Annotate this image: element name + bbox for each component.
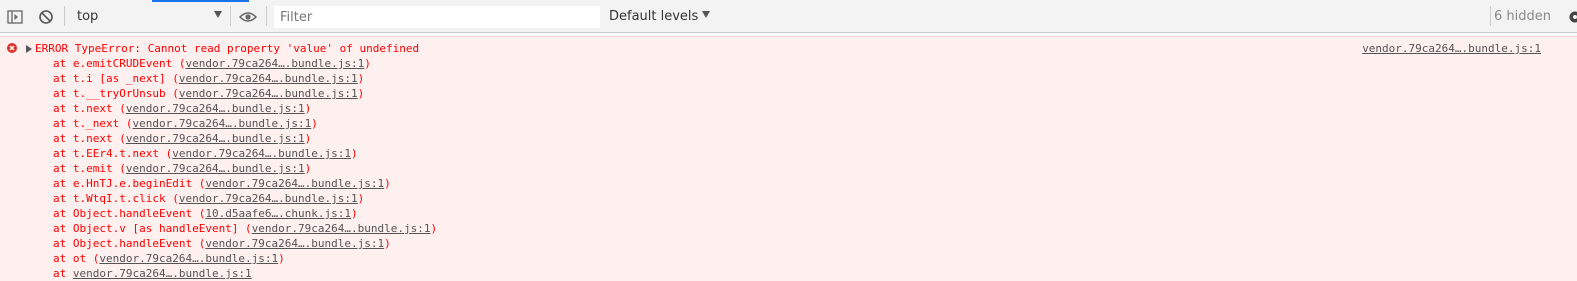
error-icon	[7, 43, 17, 53]
stack-frame: at t.__tryOrUnsub (vendor.79ca264….bundl…	[53, 86, 437, 101]
stack-frame-link[interactable]: vendor.79ca264….bundle.js:1	[99, 252, 278, 265]
context-selector[interactable]: top	[72, 6, 224, 27]
stack-frame-suffix: )	[304, 132, 312, 145]
toolbar-divider	[64, 6, 65, 26]
stack-frame-link[interactable]: vendor.79ca264….bundle.js:1	[179, 87, 358, 100]
toolbar-divider	[1490, 6, 1491, 26]
stack-frame-text: at	[53, 267, 73, 280]
stack-frame-link[interactable]: vendor.79ca264….bundle.js:1	[126, 162, 305, 175]
stack-frame-text: at ot (	[53, 252, 100, 265]
gear-icon	[1569, 11, 1577, 23]
stack-frame-suffix: )	[304, 162, 312, 175]
stack-frame-text: at t._next (	[53, 117, 133, 130]
stack-frame-text: at Object.v [as handleEvent] (	[53, 222, 252, 235]
toolbar-divider	[266, 6, 267, 26]
stack-frame: at t.next (vendor.79ca264….bundle.js:1)	[53, 101, 437, 116]
stack-trace: at e.emitCRUDEvent (vendor.79ca264….bund…	[53, 56, 437, 281]
stack-frame-text: at t.__tryOrUnsub (	[53, 87, 179, 100]
expand-triangle-icon[interactable]	[26, 45, 32, 53]
console-settings-button[interactable]	[1565, 8, 1577, 26]
filter-input[interactable]	[274, 6, 600, 28]
source-link[interactable]: vendor.79ca264….bundle.js:1	[1362, 41, 1541, 56]
stack-frame: at Object.handleEvent (10.d5aafe6….chunk…	[53, 206, 437, 221]
stack-frame-suffix: )	[357, 192, 365, 205]
live-expression-button[interactable]	[238, 8, 258, 26]
chevron-down-icon	[702, 11, 711, 18]
error-message: ERROR TypeError: Cannot read property 'v…	[0, 36, 1577, 281]
stack-frame-suffix: )	[357, 72, 365, 85]
stack-frame-text: at t.next (	[53, 132, 126, 145]
stack-frame: at t.emit (vendor.79ca264….bundle.js:1)	[53, 161, 437, 176]
stack-frame: at e.emitCRUDEvent (vendor.79ca264….bund…	[53, 56, 437, 71]
stack-frame-link[interactable]: 10.d5aafe6….chunk.js:1	[205, 207, 351, 220]
stack-frame-text: at e.emitCRUDEvent (	[53, 57, 186, 70]
stack-frame: at ot (vendor.79ca264….bundle.js:1)	[53, 251, 437, 266]
stack-frame-suffix: )	[384, 177, 391, 190]
log-levels-dropdown[interactable]: Default levels	[609, 9, 711, 24]
stack-frame: at vendor.79ca264….bundle.js:1	[53, 266, 437, 281]
stack-frame-link[interactable]: vendor.79ca264….bundle.js:1	[132, 117, 311, 130]
stack-frame-text: at t.next (	[53, 102, 126, 115]
error-header: ERROR TypeError: Cannot read property 'v…	[35, 42, 420, 55]
stack-frame-text: at t.WtqI.t.click (	[53, 192, 179, 205]
stack-frame-text: at t.EEr4.t.next (	[53, 147, 173, 160]
clear-console-icon	[39, 10, 53, 24]
stack-frame-link[interactable]: vendor.79ca264….bundle.js:1	[179, 192, 358, 205]
stack-frame-link[interactable]: vendor.79ca264….bundle.js:1	[185, 57, 364, 70]
stack-frame: at t.WtqI.t.click (vendor.79ca264….bundl…	[53, 191, 437, 206]
stack-frame: at Object.handleEvent (vendor.79ca264….b…	[53, 236, 437, 251]
stack-frame: at t.i [as _next] (vendor.79ca264….bundl…	[53, 71, 437, 86]
stack-frame-suffix: )	[304, 102, 312, 115]
stack-frame-link[interactable]: vendor.79ca264….bundle.js:1	[126, 132, 305, 145]
stack-frame: at Object.v [as handleEvent] (vendor.79c…	[53, 221, 437, 236]
toolbar-divider	[230, 6, 231, 26]
stack-frame: at t._next (vendor.79ca264….bundle.js:1)	[53, 116, 437, 131]
eye-icon	[239, 12, 257, 22]
stack-frame-text: at Object.handleEvent (	[53, 237, 206, 250]
stack-frame-suffix: )	[357, 87, 365, 100]
stack-frame-link[interactable]: vendor.79ca264….bundle.js:1	[172, 147, 351, 160]
stack-frame-text: at Object.handleEvent (	[53, 207, 206, 220]
stack-frame-suffix: )	[278, 252, 285, 265]
stack-frame: at t.next (vendor.79ca264….bundle.js:1)	[53, 131, 437, 146]
console-messages: ERROR TypeError: Cannot read property 'v…	[0, 34, 1577, 281]
toggle-sidebar-button[interactable]	[6, 8, 24, 26]
hidden-messages-count: 6 hidden	[1494, 9, 1551, 24]
stack-frame-suffix: )	[430, 222, 438, 235]
log-levels-label: Default levels	[609, 9, 699, 24]
chevron-down-icon	[214, 11, 222, 18]
stack-frame-text: at e.HnTJ.e.beginEdit (	[53, 177, 206, 190]
clear-console-button[interactable]	[37, 8, 55, 26]
stack-frame-link[interactable]: vendor.79ca264….bundle.js:1	[73, 267, 252, 280]
stack-frame-suffix: )	[364, 57, 371, 70]
stack-frame-suffix: )	[351, 147, 358, 160]
stack-frame: at e.HnTJ.e.beginEdit (vendor.79ca264….b…	[53, 176, 437, 191]
active-tab-indicator	[152, 0, 249, 2]
stack-frame-text: at t.emit (	[53, 162, 126, 175]
stack-frame-link[interactable]: vendor.79ca264….bundle.js:1	[126, 102, 305, 115]
stack-frame-text: at t.i [as _next] (	[53, 72, 179, 85]
stack-frame-link[interactable]: vendor.79ca264….bundle.js:1	[205, 177, 384, 190]
stack-frame-link[interactable]: vendor.79ca264….bundle.js:1	[205, 237, 384, 250]
console-toolbar: top Default levels 6 hidden	[0, 0, 1577, 33]
stack-frame-link[interactable]: vendor.79ca264….bundle.js:1	[179, 72, 358, 85]
context-value: top	[77, 9, 99, 24]
stack-frame-link[interactable]: vendor.79ca264….bundle.js:1	[252, 222, 431, 235]
toggle-sidebar-icon	[7, 10, 23, 24]
stack-frame-suffix: )	[351, 207, 358, 220]
stack-frame-suffix: )	[311, 117, 318, 130]
stack-frame-suffix: )	[384, 237, 391, 250]
stack-frame: at t.EEr4.t.next (vendor.79ca264….bundle…	[53, 146, 437, 161]
